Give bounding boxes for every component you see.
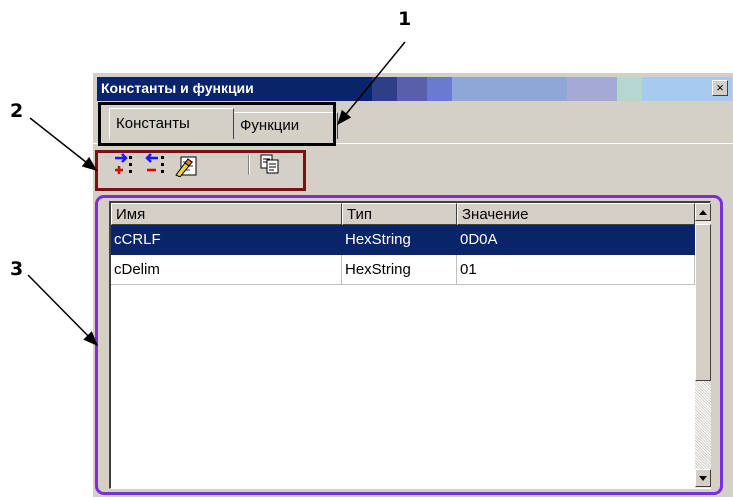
callout-arrow-2 xyxy=(29,117,98,171)
close-button[interactable]: × xyxy=(712,80,728,96)
callout-box-toolbar xyxy=(95,150,306,191)
callout-number-1: 1 xyxy=(398,8,412,30)
title-bar[interactable]: Константы и функции × xyxy=(97,77,732,101)
callout-box-tabs xyxy=(98,102,336,146)
window-title: Константы и функции xyxy=(101,80,254,96)
callout-arrow-3 xyxy=(27,274,99,347)
close-icon: × xyxy=(716,80,724,95)
callout-number-3: 3 xyxy=(10,258,24,280)
callout-number-2: 2 xyxy=(10,100,24,122)
callout-box-list xyxy=(95,195,723,495)
